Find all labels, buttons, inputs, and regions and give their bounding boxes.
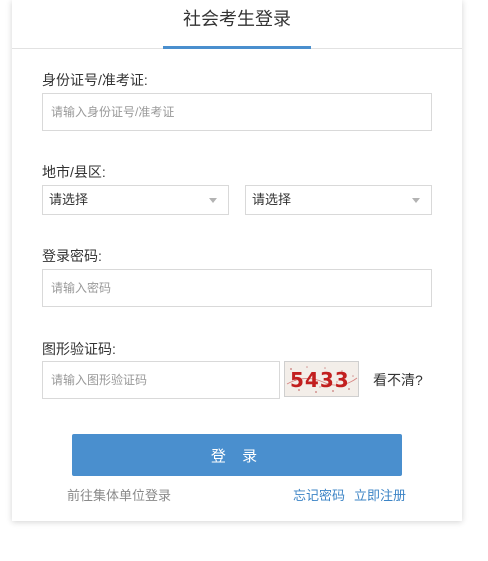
city-select-value: 请选择 <box>49 192 89 207</box>
password-label: 登录密码: <box>42 248 102 264</box>
captcha-input[interactable] <box>42 361 280 399</box>
password-input[interactable] <box>42 269 432 307</box>
id-input[interactable] <box>42 93 432 131</box>
captcha-code: 5433 <box>290 368 350 392</box>
id-label: 身份证号/准考证: <box>42 72 148 88</box>
captcha-noise: 5433 <box>286 366 358 393</box>
login-card: 社会考生登录 身份证号/准考证: 地市/县区: 请选择 请选择 登录密码: 图形… <box>12 0 462 521</box>
login-button[interactable]: 登 录 <box>72 434 402 476</box>
captcha-image[interactable]: 5433 <box>284 361 359 397</box>
city-select[interactable]: 请选择 <box>42 185 229 215</box>
county-select[interactable]: 请选择 <box>245 185 432 215</box>
chevron-down-icon <box>412 198 420 203</box>
region-label: 地市/县区: <box>42 164 106 180</box>
county-select-value: 请选择 <box>252 192 292 207</box>
register-link[interactable]: 立即注册 <box>354 485 406 504</box>
chevron-down-icon <box>209 198 217 203</box>
tab-bar: 社会考生登录 <box>12 0 462 49</box>
refresh-captcha-link[interactable]: 看不清? <box>373 370 423 390</box>
group-login-link[interactable]: 前往集体单位登录 <box>67 485 171 504</box>
captcha-label: 图形验证码: <box>42 341 116 357</box>
tab-social-candidate-login[interactable]: 社会考生登录 <box>163 0 311 49</box>
forgot-password-link[interactable]: 忘记密码 <box>293 485 345 504</box>
